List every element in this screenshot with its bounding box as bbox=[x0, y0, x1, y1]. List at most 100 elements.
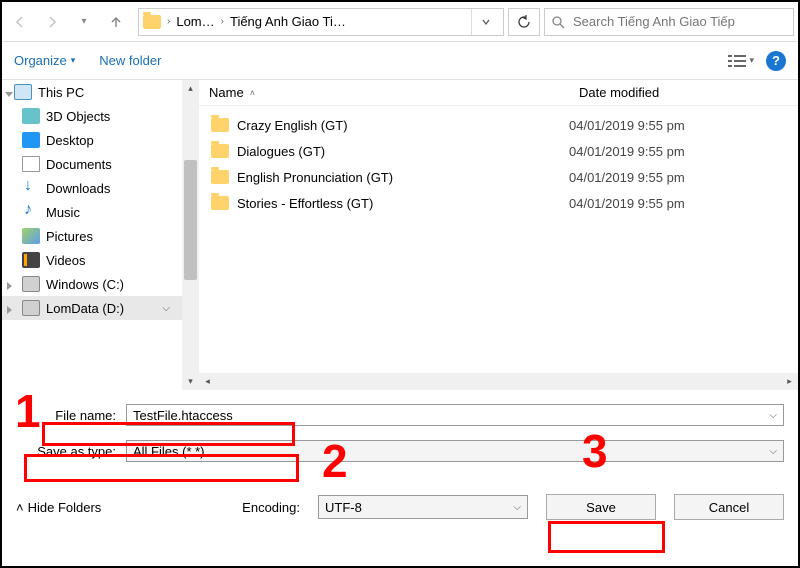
sidebar-item-this-pc[interactable]: This PC bbox=[2, 80, 182, 104]
search-icon bbox=[551, 15, 565, 29]
chevron-down-icon[interactable]: ⌵ bbox=[769, 446, 777, 457]
scroll-left-arrow[interactable]: ◂ bbox=[199, 373, 216, 390]
breadcrumb-segment[interactable]: Lom… bbox=[176, 14, 214, 29]
column-label: Date modified bbox=[579, 85, 659, 100]
folder-icon bbox=[211, 196, 229, 210]
sidebar-item-desktop[interactable]: Desktop bbox=[2, 128, 182, 152]
search-input[interactable] bbox=[571, 13, 787, 30]
sidebar-item-lomdata-d[interactable]: LomData (D:) ⌵ bbox=[2, 296, 182, 320]
folder-icon bbox=[143, 15, 161, 29]
file-date: 04/01/2019 9:55 pm bbox=[569, 170, 685, 185]
expand-icon[interactable] bbox=[5, 92, 13, 97]
file-name: Dialogues (GT) bbox=[237, 144, 325, 159]
column-header-name[interactable]: Name ˄ bbox=[199, 85, 569, 100]
search-box[interactable] bbox=[544, 8, 794, 36]
sidebar-item-windows-c[interactable]: Windows (C:) bbox=[2, 272, 182, 296]
forward-button[interactable] bbox=[38, 8, 66, 36]
new-folder-label: New folder bbox=[99, 53, 161, 68]
save-button[interactable]: Save bbox=[546, 494, 656, 520]
main-content: This PC 3D Objects Desktop Documents Dow… bbox=[2, 80, 798, 390]
back-button[interactable] bbox=[6, 8, 34, 36]
videos-icon bbox=[22, 252, 40, 268]
address-bar[interactable]: › Lom… › Tiếng Anh Giao Ti… bbox=[138, 8, 504, 36]
file-date: 04/01/2019 9:55 pm bbox=[569, 118, 685, 133]
sidebar-scrollbar[interactable]: ▴ ▾ bbox=[182, 80, 199, 390]
3d-objects-icon bbox=[22, 108, 40, 124]
cancel-label: Cancel bbox=[709, 500, 749, 515]
chevron-down-icon[interactable]: ⌵ bbox=[769, 410, 777, 421]
downloads-icon bbox=[22, 180, 40, 196]
organize-menu[interactable]: Organize ▾ bbox=[14, 53, 75, 68]
sidebar-item-label: Downloads bbox=[46, 181, 110, 196]
hide-folders-label: Hide Folders bbox=[28, 500, 102, 515]
file-row[interactable]: Crazy English (GT) 04/01/2019 9:55 pm bbox=[199, 112, 798, 138]
music-icon bbox=[22, 204, 40, 220]
cancel-button[interactable]: Cancel bbox=[674, 494, 784, 520]
help-button[interactable]: ? bbox=[766, 51, 786, 71]
sidebar-item-pictures[interactable]: Pictures bbox=[2, 224, 182, 248]
file-name: Crazy English (GT) bbox=[237, 118, 348, 133]
expand-icon[interactable] bbox=[7, 306, 12, 314]
up-button[interactable] bbox=[102, 8, 130, 36]
recent-locations-dropdown[interactable]: ▾ bbox=[70, 8, 98, 36]
sidebar-item-label: Documents bbox=[46, 157, 112, 172]
filename-label: File name: bbox=[16, 408, 126, 423]
view-options-button[interactable]: ▾ bbox=[728, 54, 754, 68]
sidebar-item-label: LomData (D:) bbox=[46, 301, 124, 316]
chevron-right-icon: › bbox=[221, 16, 224, 27]
hide-folders-toggle[interactable]: ˄ Hide Folders bbox=[16, 500, 101, 515]
file-row[interactable]: Stories - Effortless (GT)04/01/2019 9:55… bbox=[199, 190, 798, 216]
file-row[interactable]: English Pronunciation (GT) 04/01/2019 9:5… bbox=[199, 164, 798, 190]
sidebar-item-3d-objects[interactable]: 3D Objects bbox=[2, 104, 182, 128]
sidebar-item-documents[interactable]: Documents bbox=[2, 152, 182, 176]
sidebar-item-label: Pictures bbox=[46, 229, 93, 244]
filename-input[interactable]: TestFile.htaccess ⌵ bbox=[126, 404, 784, 426]
sidebar-item-videos[interactable]: Videos bbox=[2, 248, 182, 272]
column-label: Name bbox=[209, 85, 244, 100]
expand-icon[interactable] bbox=[7, 282, 12, 290]
documents-icon bbox=[22, 156, 40, 172]
navigation-pane: This PC 3D Objects Desktop Documents Dow… bbox=[2, 80, 182, 390]
sidebar-item-downloads[interactable]: Downloads bbox=[2, 176, 182, 200]
column-headers: Name ˄ Date modified bbox=[199, 80, 798, 106]
address-dropdown[interactable] bbox=[471, 9, 499, 35]
savetype-combo[interactable]: All Files (*.*) ⌵ bbox=[126, 440, 784, 462]
filename-value: TestFile.htaccess bbox=[133, 408, 233, 423]
sidebar-item-label: This PC bbox=[38, 85, 84, 100]
toolbar: Organize ▾ New folder ▾ ? bbox=[2, 42, 798, 80]
file-list-area: Name ˄ Date modified Crazy English (GT) 0… bbox=[199, 80, 798, 390]
encoding-combo[interactable]: UTF-8 ⌵ bbox=[318, 495, 528, 519]
file-row[interactable]: Dialogues (GT)04/01/2019 9:55 pm bbox=[199, 138, 798, 164]
encoding-label: Encoding: bbox=[242, 500, 308, 515]
pc-icon bbox=[14, 84, 32, 100]
sidebar-item-label: Desktop bbox=[46, 133, 94, 148]
sidebar-item-music[interactable]: Music bbox=[2, 200, 182, 224]
file-name: English Pronunciation (GT) bbox=[237, 170, 393, 185]
content-horizontal-scrollbar[interactable]: ◂ ▸ bbox=[199, 373, 798, 390]
save-fields: File name: TestFile.htaccess ⌵ Save as t… bbox=[2, 390, 798, 464]
sidebar-item-label: 3D Objects bbox=[46, 109, 110, 124]
drive-icon bbox=[22, 276, 40, 292]
chevron-down-icon: ▾ bbox=[71, 55, 76, 66]
chevron-right-icon: › bbox=[167, 16, 170, 27]
folder-icon bbox=[211, 144, 229, 158]
chevron-down-icon[interactable]: ⌵ bbox=[162, 303, 170, 314]
sidebar-item-label: Windows (C:) bbox=[46, 277, 124, 292]
sort-icon: ˄ bbox=[250, 88, 255, 98]
organize-label: Organize bbox=[14, 53, 67, 68]
scroll-thumb[interactable] bbox=[184, 160, 197, 280]
chevron-up-icon: ˄ bbox=[16, 500, 24, 515]
savetype-value: All Files (*.*) bbox=[133, 444, 205, 459]
pictures-icon bbox=[22, 228, 40, 244]
new-folder-button[interactable]: New folder bbox=[99, 53, 161, 68]
refresh-button[interactable] bbox=[508, 8, 540, 36]
desktop-icon bbox=[22, 132, 40, 148]
breadcrumb-segment[interactable]: Tiếng Anh Giao Ti… bbox=[230, 14, 346, 29]
scroll-down-arrow[interactable]: ▾ bbox=[182, 373, 199, 390]
savetype-label: Save as type: bbox=[16, 444, 126, 459]
scroll-right-arrow[interactable]: ▸ bbox=[781, 373, 798, 390]
chevron-down-icon[interactable]: ⌵ bbox=[513, 502, 521, 513]
column-header-date[interactable]: Date modified bbox=[569, 85, 669, 100]
drive-icon bbox=[22, 300, 40, 316]
scroll-up-arrow[interactable]: ▴ bbox=[182, 80, 199, 97]
